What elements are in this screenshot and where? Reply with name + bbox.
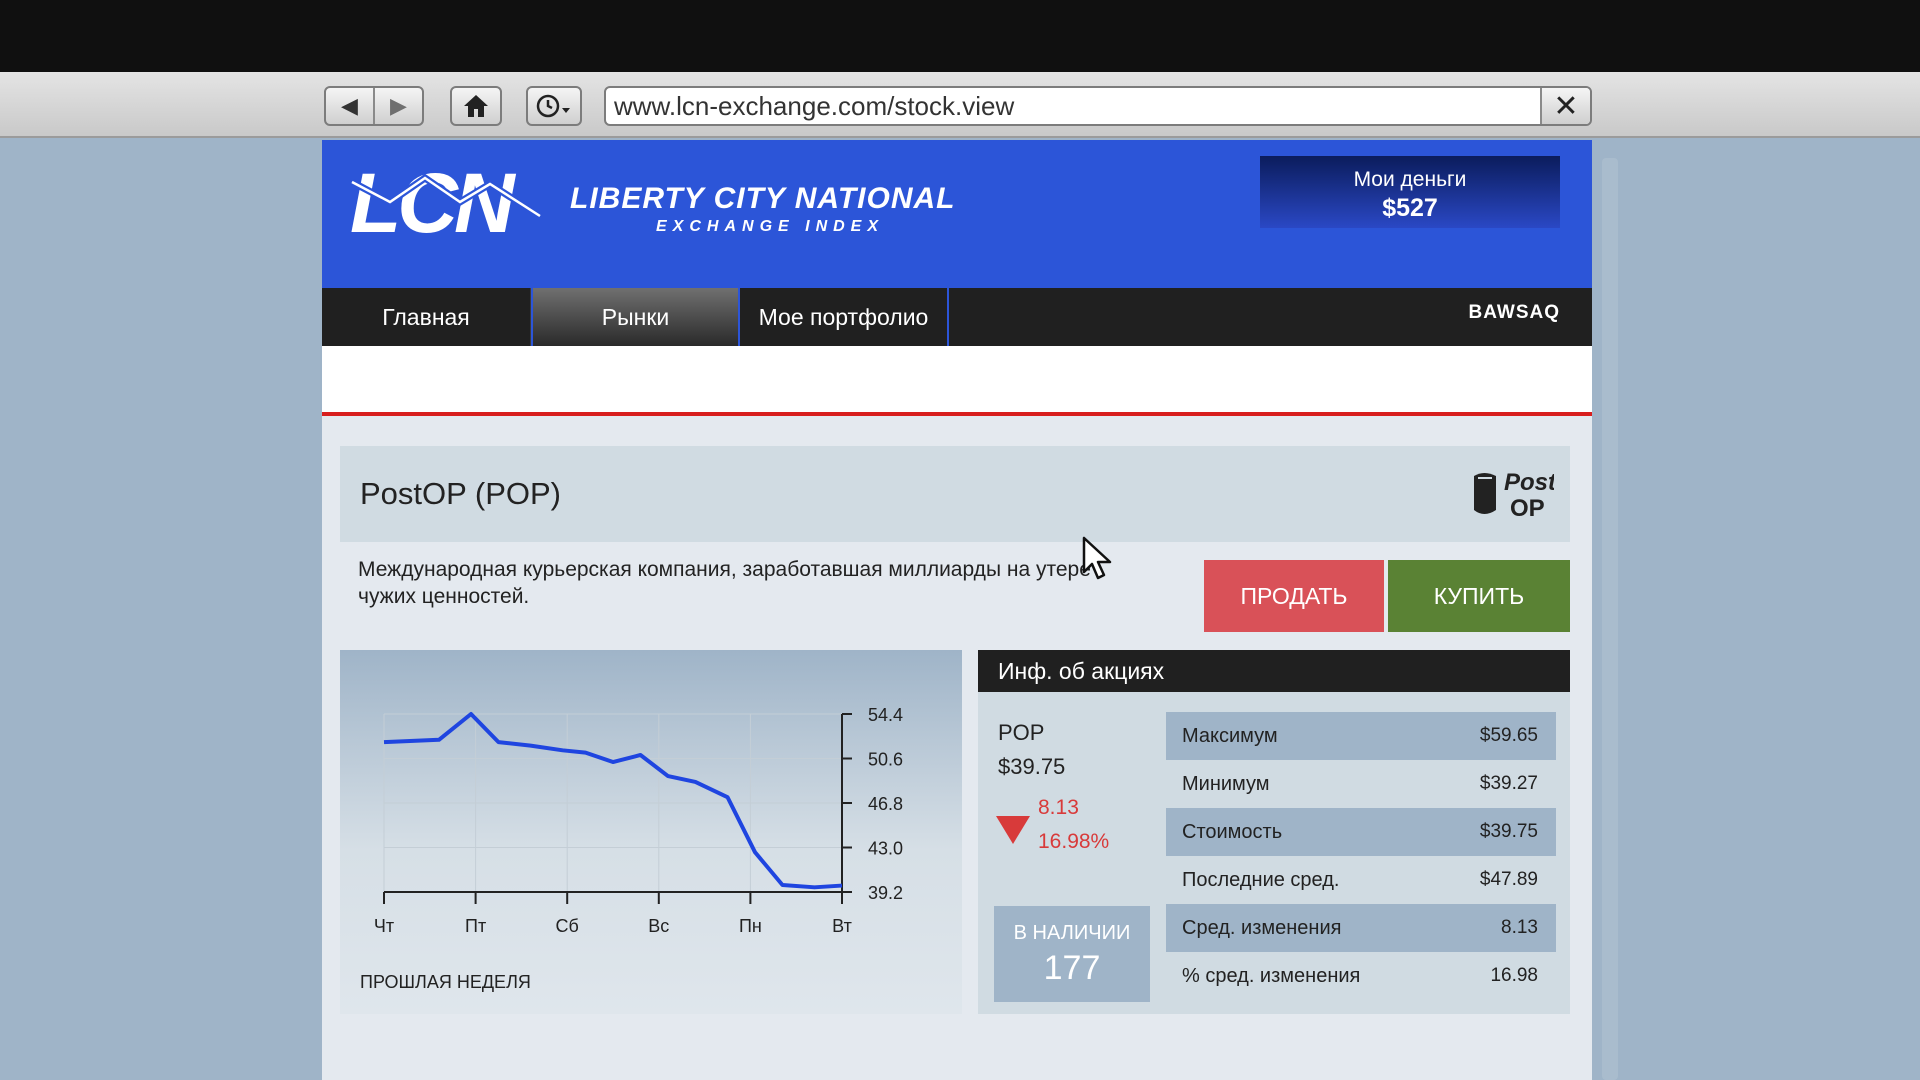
back-button[interactable]: ◀ <box>326 88 373 124</box>
stat-row-low: Минимум $39.27 <box>1166 760 1556 808</box>
site-header: LCN LIBERTY CITY NATIONAL EXCHANGE INDEX… <box>322 140 1592 288</box>
stat-row-value: Стоимость $39.75 <box>1166 808 1556 856</box>
sell-button[interactable]: ПРОДАТЬ <box>1204 560 1384 632</box>
stat-label: Минимум <box>1182 772 1270 795</box>
svg-text:Post: Post <box>1504 469 1554 496</box>
x-tick-label: Чт <box>374 916 394 936</box>
y-tick-label: 46.8 <box>868 794 903 814</box>
stock-title: PostOP (POP) <box>360 476 561 511</box>
stats-table: Максимум $59.65 Минимум $39.27 Стоимость… <box>1166 712 1556 1000</box>
ticker-symbol: POP <box>998 720 1045 745</box>
brand-subtitle: EXCHANGE INDEX <box>656 218 885 235</box>
current-price: $39.75 <box>998 754 1066 779</box>
stat-label: % сред. изменения <box>1182 964 1361 987</box>
down-arrow-icon <box>996 816 1030 844</box>
home-button[interactable] <box>450 86 502 126</box>
stat-row-pct-change: % сред. изменения 16.98 <box>1166 952 1556 1000</box>
x-tick-label: Сб <box>556 916 579 936</box>
stock-header: PostOP (POP) Post OP <box>340 446 1570 542</box>
browser-toolbar: ◀ ▶ www.lcn-exchange.com/stock.view ✕ <box>0 72 1920 138</box>
price-chart: 54.4 50.6 46.8 43.0 39.2 Чт Пт Сб Вс Пн Вт <box>374 705 903 936</box>
x-tick-label: Пн <box>739 916 762 936</box>
in-stock-count: 177 <box>1043 949 1101 987</box>
home-icon <box>464 95 488 117</box>
stat-row-high: Максимум $59.65 <box>1166 712 1556 760</box>
address-bar: www.lcn-exchange.com/stock.view ✕ <box>604 86 1592 126</box>
stock-description: Международная курьерская компания, зараб… <box>358 558 1091 608</box>
brand-name: LIBERTY CITY NATIONAL <box>570 182 956 215</box>
history-nav: ◀ ▶ <box>324 86 424 126</box>
y-tick-label: 50.6 <box>868 750 903 770</box>
change-percent: 16.98% <box>1038 830 1110 853</box>
buy-button[interactable]: КУПИТЬ <box>1388 560 1570 632</box>
x-tick-label: Вс <box>648 916 669 936</box>
stat-label: Сред. изменения <box>1182 916 1342 939</box>
close-icon[interactable]: ✕ <box>1540 88 1590 124</box>
x-tick-label: Пт <box>465 916 486 936</box>
info-header: Инф. об акциях <box>978 650 1570 692</box>
page-content: LCN LIBERTY CITY NATIONAL EXCHANGE INDEX… <box>322 140 1592 1080</box>
stat-row-last-avg: Последние сред. $47.89 <box>1166 856 1556 904</box>
svg-text:LCN: LCN <box>350 162 517 242</box>
change-absolute: 8.13 <box>1038 796 1079 819</box>
stat-row-avg-change: Сред. изменения 8.13 <box>1166 904 1556 952</box>
y-tick-label: 54.4 <box>868 705 903 725</box>
stat-value: $47.89 <box>1479 869 1538 890</box>
mouse-cursor-icon <box>1082 536 1112 580</box>
tab-portfolio[interactable]: Мое портфолио <box>740 288 949 346</box>
postop-logo: Post OP <box>1474 469 1554 520</box>
money-value: $527 <box>1382 194 1438 222</box>
y-tick-label: 43.0 <box>868 839 903 859</box>
history-button[interactable] <box>526 86 582 126</box>
stat-value: 16.98 <box>1490 965 1538 986</box>
chart-caption: ПРОШЛАЯ НЕДЕЛЯ <box>360 972 531 992</box>
lcn-logo: LCN <box>350 162 542 242</box>
price-chart-panel: 54.4 50.6 46.8 43.0 39.2 Чт Пт Сб Вс Пн Вт ПРОШЛАЯ… <box>340 650 962 1014</box>
url-input[interactable]: www.lcn-exchange.com/stock.view <box>606 88 1540 124</box>
y-tick-label: 39.2 <box>868 883 903 903</box>
my-money-panel: Мои деньги $527 <box>1260 156 1560 228</box>
stat-label: Последние сред. <box>1182 868 1340 891</box>
banner-strip <box>322 346 1592 416</box>
stat-value: $39.75 <box>1479 821 1538 842</box>
clock-icon <box>536 94 570 118</box>
in-stock-label: В НАЛИЧИИ <box>1013 922 1131 944</box>
price-series-line <box>383 712 843 890</box>
stat-label: Максимум <box>1182 724 1278 747</box>
tab-home[interactable]: Главная <box>322 288 531 346</box>
stat-value: $59.65 <box>1479 725 1538 746</box>
brand: LIBERTY CITY NATIONAL EXCHANGE INDEX <box>570 182 955 236</box>
forward-button[interactable]: ▶ <box>373 88 422 124</box>
stat-label: Стоимость <box>1182 820 1283 843</box>
scrollbar[interactable] <box>1602 158 1618 1080</box>
stock-info-panel: Инф. об акциях POP $39.75 8.13 16.98% В … <box>978 650 1570 1014</box>
money-label: Мои деньги <box>1353 168 1467 191</box>
bawsaq-link[interactable]: BAWSAQ <box>1469 302 1561 324</box>
stat-value: 8.13 <box>1501 917 1538 938</box>
top-black-bar <box>0 0 1920 72</box>
main-nav: Главная Рынки Мое портфолио BAWSAQ <box>322 288 1592 346</box>
x-tick-label: Вт <box>832 916 852 936</box>
shares-in-stock: В НАЛИЧИИ 177 <box>994 906 1150 1002</box>
stat-value: $39.27 <box>1479 773 1538 794</box>
tab-markets[interactable]: Рынки <box>531 288 740 346</box>
svg-text:OP: OP <box>1510 495 1545 520</box>
